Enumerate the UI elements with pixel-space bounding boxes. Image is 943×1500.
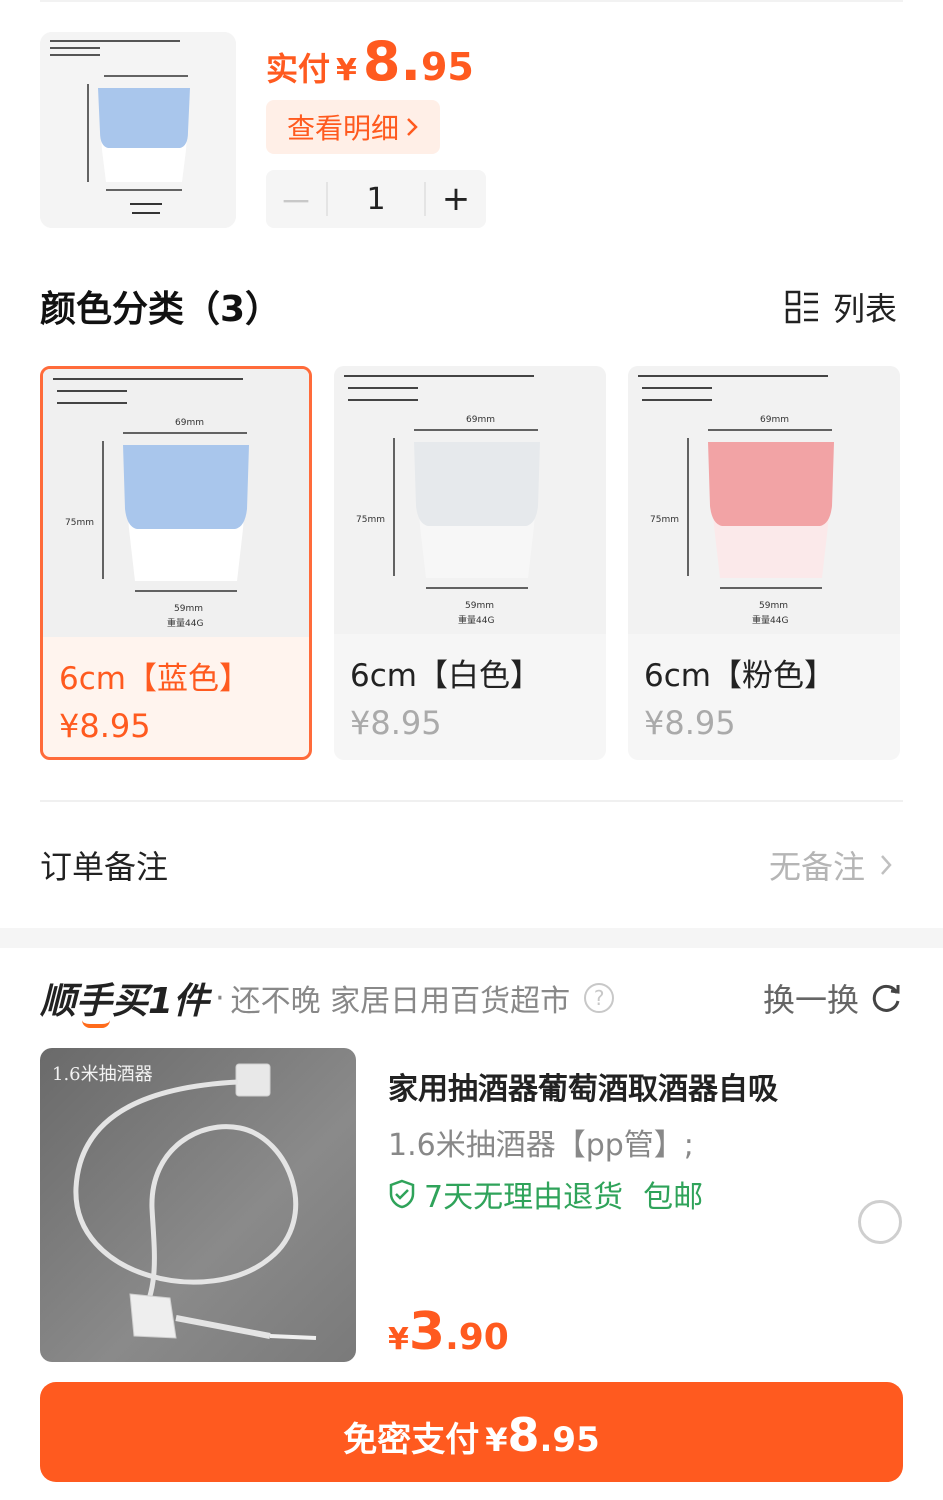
variant-image: 69mm 75mm 59mm 重量44G <box>43 369 309 637</box>
cup-image: 69mm 75mm 59mm 重量44G <box>638 375 834 626</box>
cup-image: 69mm 75mm 59mm 重量44G <box>53 378 249 629</box>
variant-price: ¥8.95 <box>59 707 151 745</box>
addon-separator: · <box>215 980 225 1016</box>
section-divider <box>40 800 903 802</box>
pay-decimal: .95 <box>539 1420 600 1460</box>
view-details-label: 查看明细 <box>286 112 399 145</box>
variant-price: ¥8.95 <box>350 704 442 742</box>
width-bottom-label: 59mm <box>465 601 494 611</box>
shield-check-icon <box>389 1179 415 1209</box>
increase-button[interactable]: + <box>426 170 486 228</box>
list-toggle-label: 列表 <box>832 290 897 328</box>
pay-label: 免密支付 <box>343 1420 480 1460</box>
variant-section-title: 颜色分类（3） <box>40 289 282 330</box>
product-thumbnail[interactable] <box>40 32 236 228</box>
section-gap <box>0 928 943 948</box>
list-view-toggle[interactable]: 列表 <box>785 284 897 330</box>
addon-price-integer: 3 <box>408 1302 446 1362</box>
addon-header: 顺手买1件 · 还不晚 家居日用百货超市 ? 换一换 <box>40 972 903 1028</box>
swap-button[interactable]: 换一换 <box>763 975 903 1021</box>
variant-card-white[interactable]: 69mm 75mm 59mm 重量44G 6cm【白色】 ¥8.95 <box>334 366 606 760</box>
help-icon[interactable]: ? <box>584 983 615 1013</box>
view-details-button[interactable]: 查看明细 <box>266 100 440 154</box>
width-bottom-label: 59mm <box>174 604 203 614</box>
addon-tags: 7天无理由退货 包邮 <box>388 1172 703 1216</box>
variant-price: ¥8.95 <box>644 704 736 742</box>
variant-card-pink[interactable]: 69mm 75mm 59mm 重量44G 6cm【粉色】 ¥8.95 <box>628 366 900 760</box>
variant-name: 6cm【粉色】 <box>644 658 835 694</box>
pay-integer: 8 <box>507 1408 540 1462</box>
order-note-value: 无备注 <box>768 848 865 886</box>
cup-image <box>40 32 236 228</box>
chevron-right-icon <box>881 855 892 875</box>
price-label: 实付 <box>266 50 331 88</box>
addon-subtitle: 还不晚 家居日用百货超市 <box>230 984 571 1019</box>
addon-price: ¥ 3 .90 <box>388 1302 509 1362</box>
decrease-button[interactable]: － <box>266 170 326 228</box>
variant-name: 6cm【白色】 <box>350 658 541 694</box>
height-label: 75mm <box>356 515 385 525</box>
refresh-icon <box>872 984 900 1012</box>
addon-spec: 1.6米抽酒器【pp管】; <box>388 1128 694 1163</box>
quantity-value[interactable]: 1 <box>326 182 426 217</box>
height-label: 75mm <box>650 515 679 525</box>
addon-brand-text: 顺手买1件 <box>40 981 210 1022</box>
variant-list: 69mm 75mm 59mm 重量44G 6cm【蓝色】 ¥8.95 69mm <box>40 366 900 760</box>
weight-label: 重量44G <box>752 614 788 626</box>
addon-select-radio[interactable] <box>858 1200 902 1244</box>
pay-symbol: ¥ <box>485 1421 508 1459</box>
smile-mark-icon <box>82 1020 110 1028</box>
addon-title: 家用抽酒器葡萄酒取酒器自吸 <box>388 1072 778 1107</box>
variant-image: 69mm 75mm 59mm 重量44G <box>628 366 900 634</box>
cup-image: 69mm 75mm 59mm 重量44G <box>344 375 540 626</box>
list-icon <box>785 290 818 324</box>
addon-price-decimal: .90 <box>445 1317 509 1358</box>
swap-label: 换一换 <box>762 981 859 1019</box>
weight-label: 重量44G <box>167 617 203 629</box>
width-top-label: 69mm <box>175 418 204 428</box>
order-note-label: 订单备注 <box>40 848 169 886</box>
price-symbol: ¥ <box>336 53 357 88</box>
height-label: 75mm <box>65 518 94 528</box>
weight-label: 重量44G <box>458 614 494 626</box>
width-top-label: 69mm <box>466 415 495 425</box>
chevron-right-icon <box>407 118 418 136</box>
variant-image: 69mm 75mm 59mm 重量44G <box>334 366 606 634</box>
free-shipping-tag: 包邮 <box>643 1180 704 1215</box>
addon-brand: 顺手买1件 <box>40 972 210 1028</box>
quantity-stepper: － 1 + <box>266 170 486 228</box>
variant-name: 6cm【蓝色】 <box>59 661 250 697</box>
addon-product-image[interactable]: 1.6米抽酒器 <box>40 1048 356 1362</box>
pay-button[interactable]: 免密支付 ¥ 8 .95 <box>40 1382 903 1482</box>
paid-price: 实付 ¥ 8. 95 <box>266 30 474 93</box>
wine-siphon-icon <box>73 1063 317 1340</box>
addon-price-symbol: ¥ <box>388 1322 409 1357</box>
width-bottom-label: 59mm <box>759 601 788 611</box>
return-policy-tag: 7天无理由退货 <box>424 1180 624 1215</box>
top-divider <box>40 0 903 2</box>
price-decimal: 95 <box>420 45 474 89</box>
variant-card-blue[interactable]: 69mm 75mm 59mm 重量44G 6cm【蓝色】 ¥8.95 <box>40 366 312 760</box>
price-integer: 8. <box>362 30 421 93</box>
width-top-label: 69mm <box>760 415 789 425</box>
order-note-field[interactable]: 无备注 <box>769 842 893 888</box>
